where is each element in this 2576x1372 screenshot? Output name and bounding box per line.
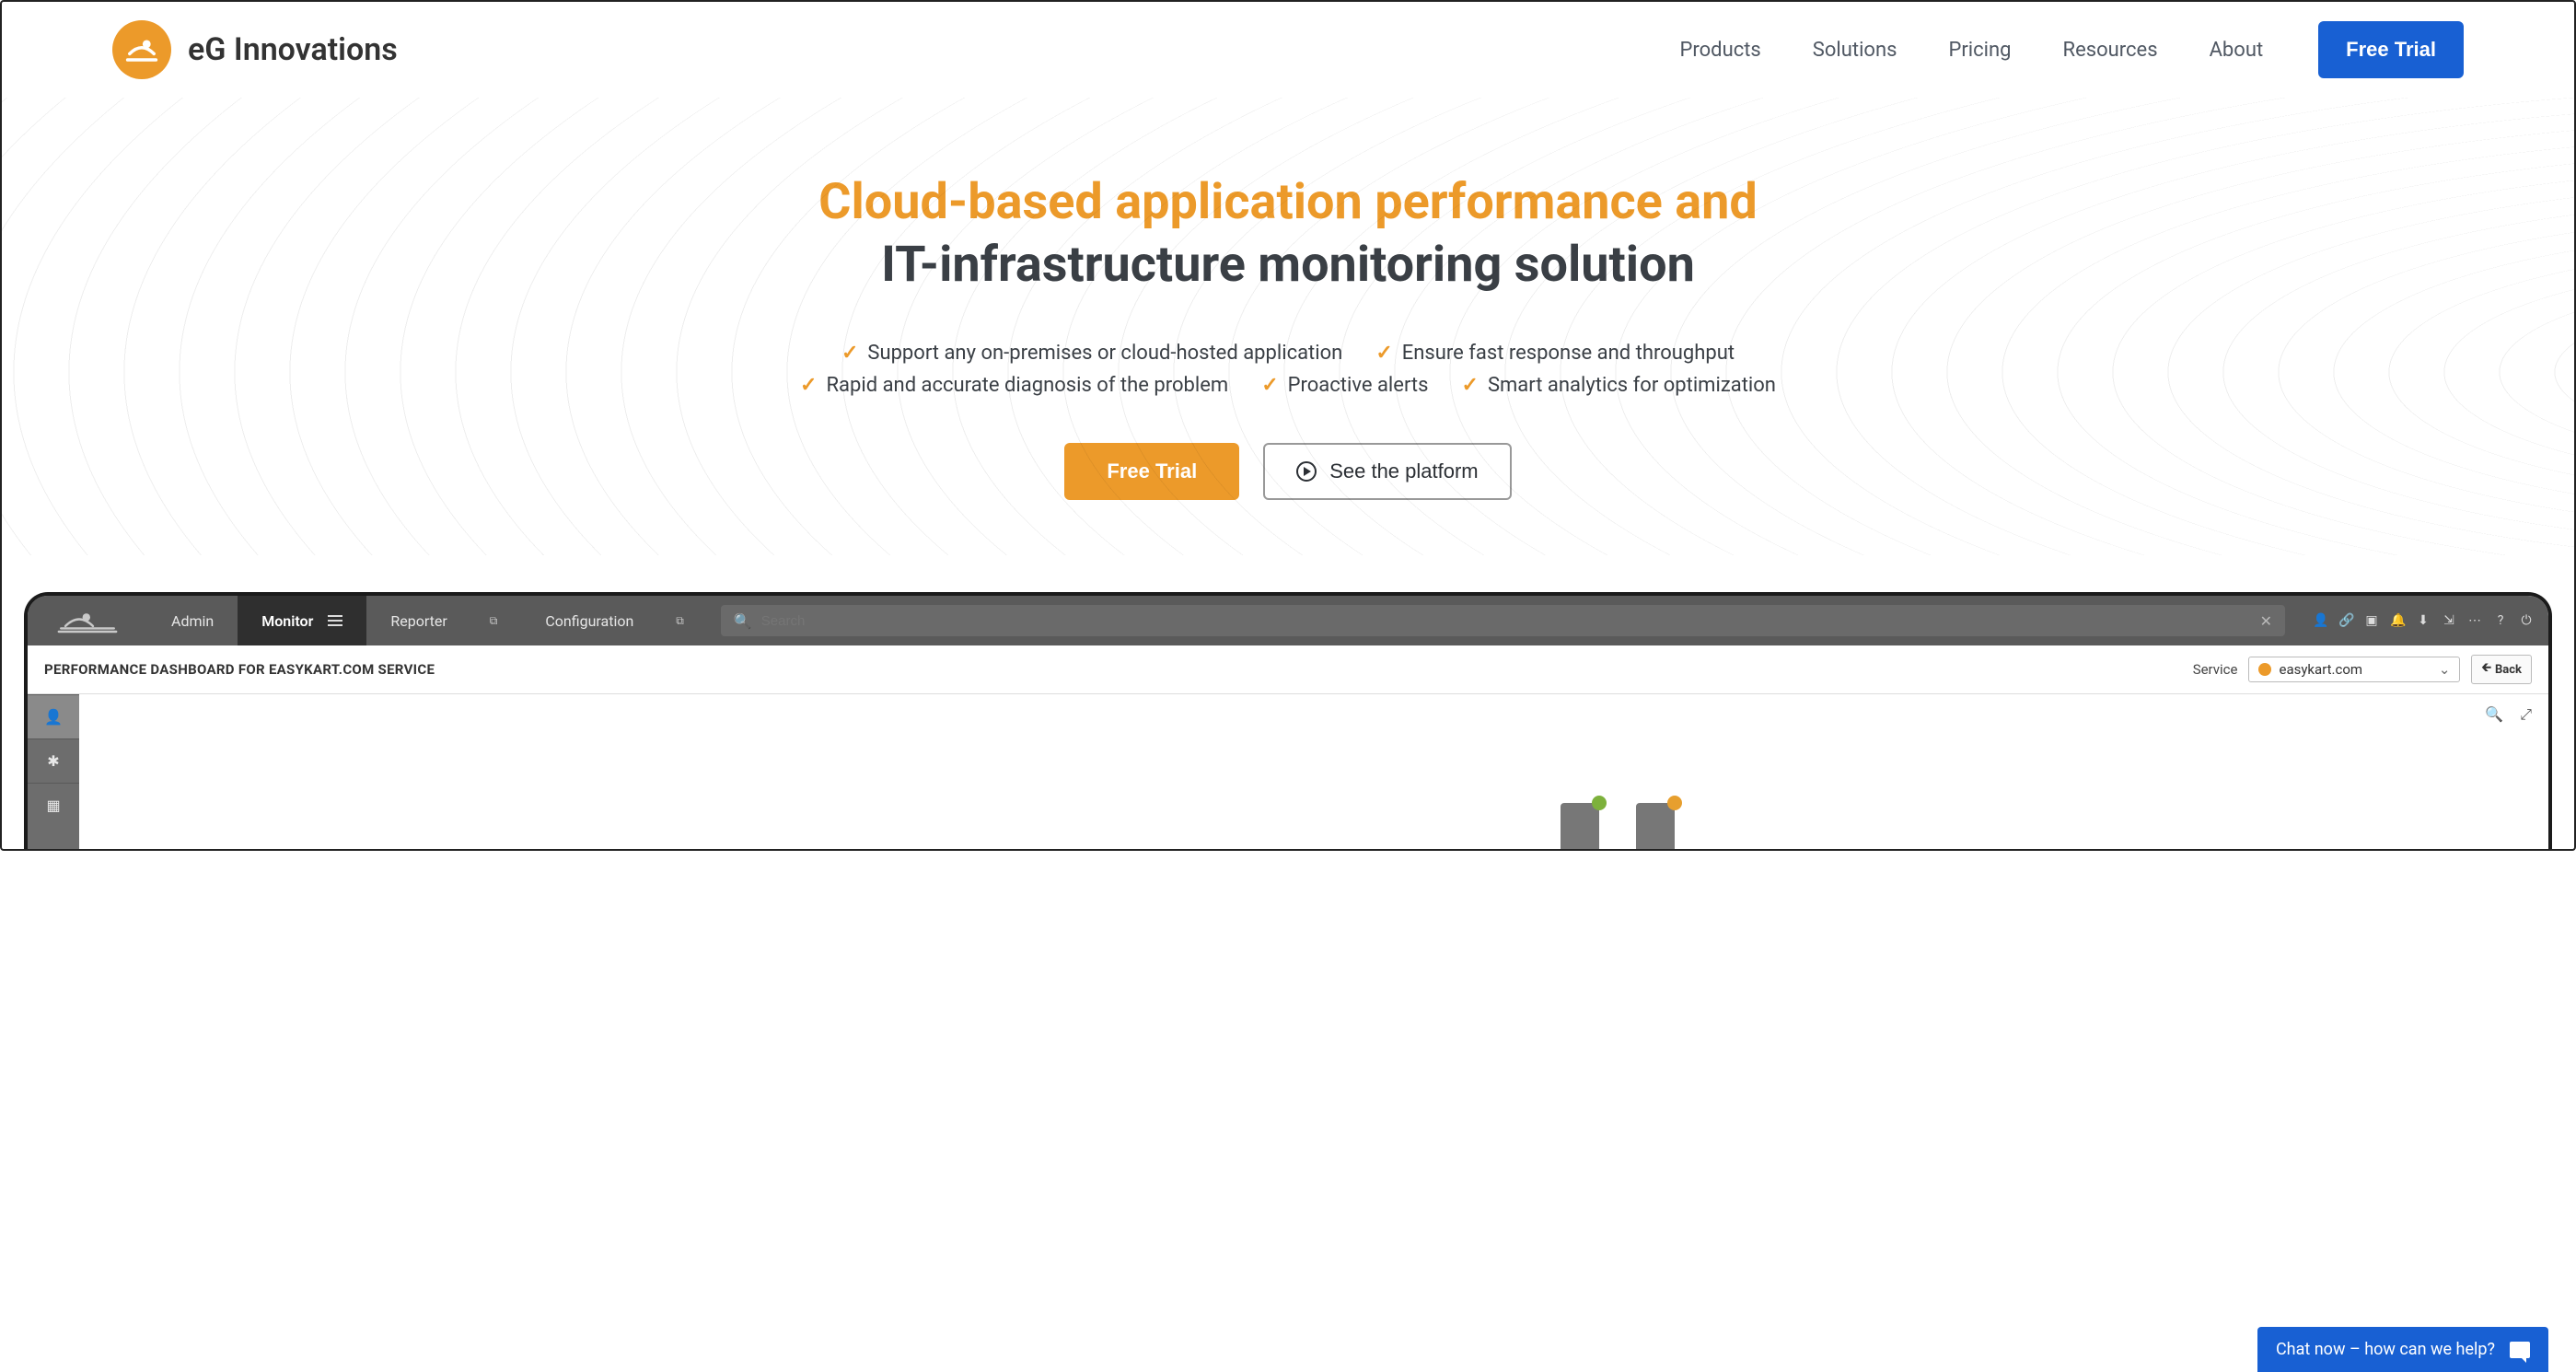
hero-free-trial-button[interactable]: Free Trial: [1064, 443, 1239, 500]
nav-free-trial-button[interactable]: Free Trial: [2318, 21, 2464, 78]
monitor-search[interactable]: 🔍 ✕: [721, 605, 2285, 636]
chevron-down-icon: ⌄: [2439, 661, 2451, 678]
sidebar-user-icon[interactable]: 👤: [28, 694, 79, 738]
bell-icon[interactable]: 🔔: [2390, 613, 2405, 628]
see-platform-button[interactable]: See the platform: [1263, 443, 1511, 500]
tab-monitor[interactable]: Monitor: [238, 596, 366, 645]
feature-item: ✓ Smart analytics for optimization: [1462, 374, 1776, 397]
sidebar-grid-icon[interactable]: ▦: [28, 783, 79, 827]
feature-text: Proactive alerts: [1288, 374, 1429, 397]
back-arrow-icon: 🡰: [2481, 659, 2491, 680]
feature-text: Smart analytics for optimization: [1488, 374, 1776, 397]
nav-resources[interactable]: Resources: [2063, 39, 2158, 62]
dashboard-sidebar: 👤 ✱ ▦: [28, 694, 79, 849]
feature-text: Support any on-premises or cloud-hosted …: [867, 342, 1342, 365]
hamburger-icon: [328, 615, 342, 626]
feature-item: ✓ Rapid and accurate diagnosis of the pro…: [800, 374, 1228, 397]
headline-line2: IT-infrastructure monitoring solution: [881, 236, 1695, 294]
check-icon: ✓: [1375, 342, 1392, 365]
feature-text: Rapid and accurate diagnosis of the prob…: [826, 374, 1228, 397]
dashboard-body: 👤 ✱ ▦ 🔍 ⤢: [28, 694, 2548, 849]
back-button[interactable]: 🡰 Back: [2471, 655, 2532, 684]
headline-line1: Cloud-based application performance and: [818, 173, 1758, 231]
tab-label: Monitor: [261, 612, 313, 630]
topology-diagram: [1561, 803, 1675, 849]
tab-configuration[interactable]: Configuration ⧉: [521, 596, 708, 645]
brand-logo[interactable]: eG Innovations: [112, 20, 398, 79]
monitor-logo[interactable]: [28, 596, 147, 645]
help-icon[interactable]: ?: [2493, 613, 2508, 628]
clear-search-icon[interactable]: ✕: [2260, 612, 2272, 630]
feature-list: ✓ Support any on-premises or cloud-hosted…: [782, 342, 1794, 397]
server-node[interactable]: [1561, 803, 1599, 849]
popout-icon: ⧉: [676, 614, 684, 628]
tab-reporter[interactable]: Reporter ⧉: [366, 596, 521, 645]
canvas-tools: 🔍 ⤢: [2485, 705, 2532, 724]
search-icon: 🔍: [734, 612, 752, 630]
fullscreen-icon[interactable]: ⤢: [2520, 705, 2532, 724]
more-icon[interactable]: ⋯: [2467, 613, 2482, 628]
nav-links: Products Solutions Pricing Resources Abo…: [1680, 39, 2264, 62]
play-icon: [1296, 461, 1317, 482]
hero-headline: Cloud-based application performance and …: [39, 171, 2537, 296]
see-platform-label: See the platform: [1329, 459, 1478, 483]
dashboard-header-bar: PERFORMANCE DASHBOARD FOR EASYKART.COM S…: [28, 645, 2548, 694]
feature-item: ✓ Support any on-premises or cloud-hosted…: [841, 342, 1342, 365]
popout-icon: ⧉: [490, 614, 498, 628]
feature-text: Ensure fast response and throughput: [1402, 342, 1735, 365]
back-label: Back: [2495, 663, 2522, 677]
brand-name: eG Innovations: [188, 31, 398, 68]
status-dot-icon: [2258, 663, 2271, 676]
feature-item: ✓ Ensure fast response and throughput: [1375, 342, 1735, 365]
chat-icon: [2510, 1342, 2530, 1358]
check-icon: ✓: [1261, 374, 1278, 397]
eg-logo-icon: [112, 20, 171, 79]
chat-widget[interactable]: Chat now – how can we help?: [2257, 1327, 2548, 1372]
search-input[interactable]: [761, 613, 2260, 629]
top-nav: eG Innovations Products Solutions Pricin…: [2, 2, 2574, 98]
hero: Cloud-based application performance and …: [2, 98, 2574, 555]
nav-products[interactable]: Products: [1680, 39, 1761, 62]
nav-about[interactable]: About: [2210, 39, 2264, 62]
nav-solutions[interactable]: Solutions: [1813, 39, 1897, 62]
tab-label: Admin: [171, 612, 214, 630]
service-dropdown[interactable]: easykart.com ⌄: [2248, 657, 2460, 682]
service-label: Service: [2193, 661, 2238, 678]
dashboard-canvas: 🔍 ⤢: [79, 694, 2548, 849]
zoom-icon[interactable]: 🔍: [2485, 705, 2503, 724]
cta-row: Free Trial See the platform: [39, 443, 2537, 500]
dashboard-title: PERFORMANCE DASHBOARD FOR EASYKART.COM S…: [44, 661, 435, 678]
tab-label: Reporter: [390, 612, 447, 630]
power-icon[interactable]: ⏻: [2519, 613, 2534, 628]
tab-admin[interactable]: Admin: [147, 596, 238, 645]
tab-label: Configuration: [545, 612, 633, 630]
user-icon[interactable]: 👤: [2313, 613, 2327, 628]
monitor-toolbar-icons: 👤 🔗 ▣ 🔔 ⬇ ⇲ ⋯ ? ⏻: [2298, 596, 2548, 645]
product-screenshot: Admin Monitor Reporter ⧉ Configuration ⧉ 🔍…: [24, 592, 2552, 849]
chat-label: Chat now – how can we help?: [2276, 1340, 2495, 1359]
download-icon[interactable]: ⬇: [2416, 613, 2431, 628]
check-icon: ✓: [841, 342, 858, 365]
check-icon: ✓: [800, 374, 817, 397]
link-icon[interactable]: 🔗: [2338, 613, 2353, 628]
feature-item: ✓ Proactive alerts: [1261, 374, 1428, 397]
service-name: easykart.com: [2279, 661, 2431, 678]
monitor-topbar: Admin Monitor Reporter ⧉ Configuration ⧉ 🔍…: [28, 596, 2548, 645]
nav-pricing[interactable]: Pricing: [1948, 39, 2011, 62]
export-icon[interactable]: ⇲: [2442, 613, 2456, 628]
check-icon: ✓: [1462, 374, 1479, 397]
screen-icon[interactable]: ▣: [2364, 613, 2379, 628]
server-node[interactable]: [1636, 803, 1675, 849]
sidebar-topology-icon[interactable]: ✱: [28, 738, 79, 783]
